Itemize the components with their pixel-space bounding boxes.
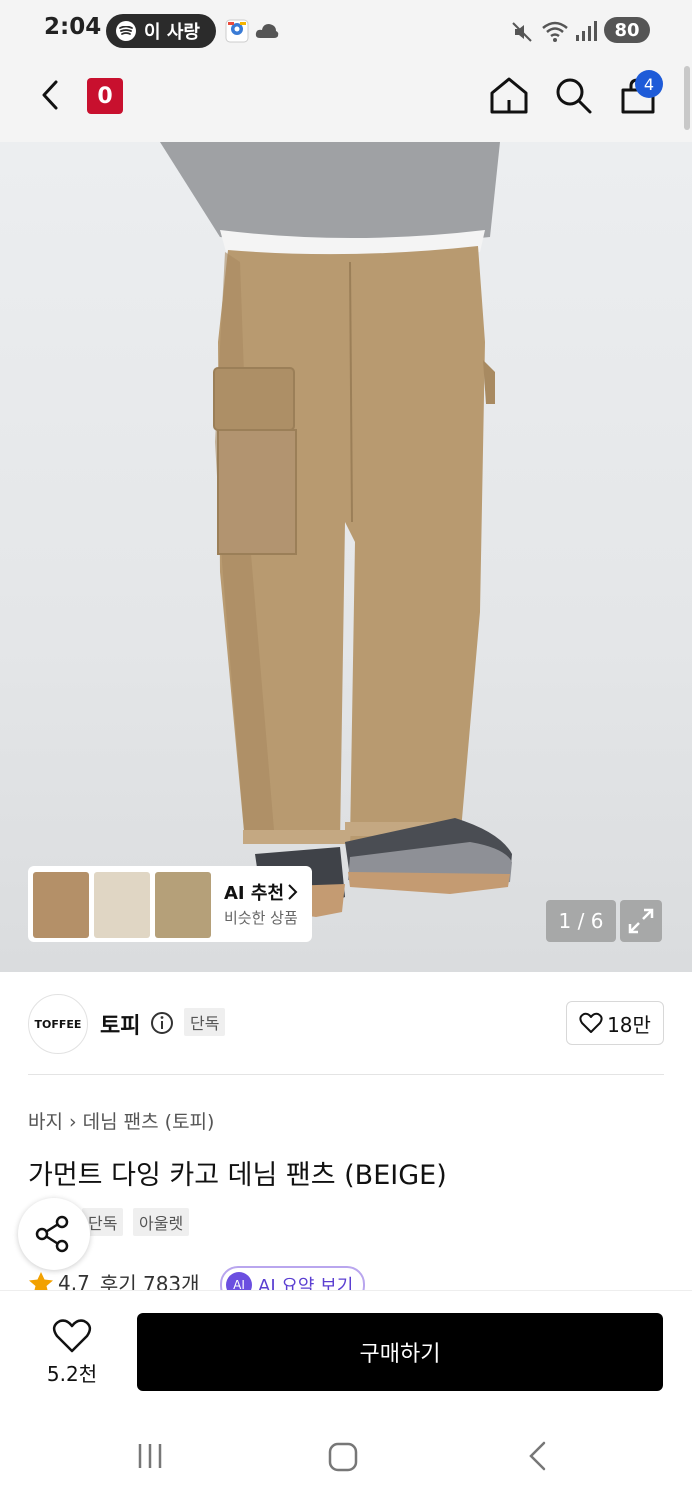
app-logo[interactable]: 0 <box>87 78 123 114</box>
heart-icon <box>579 1012 603 1033</box>
product-tag-outlet: 아울렛 <box>133 1208 190 1236</box>
signal-icon <box>576 21 597 41</box>
expand-button[interactable] <box>620 900 662 942</box>
cart-count-badge: 4 <box>635 70 663 98</box>
wishlist-count: 5.2천 <box>46 1362 98 1386</box>
battery-level: 80 <box>614 19 640 41</box>
status-time: 2:04 <box>44 14 102 40</box>
back-nav-icon[interactable] <box>524 1440 552 1472</box>
breadcrumb-category[interactable]: 바지 <box>28 1111 63 1133</box>
divider <box>28 1074 664 1075</box>
breadcrumb-subcategory[interactable]: 데님 팬츠 (토피) <box>83 1111 215 1133</box>
breadcrumb: 바지 › 데님 팬츠 (토피) <box>28 1107 214 1134</box>
buy-button[interactable]: 구매하기 <box>137 1313 663 1391</box>
breadcrumb-separator-icon: › <box>69 1111 83 1133</box>
info-icon[interactable] <box>150 1011 174 1035</box>
battery-indicator: 80 <box>604 17 650 43</box>
image-counter: 1 / 6 <box>546 900 616 942</box>
brand-like-count: 18만 <box>607 1012 651 1037</box>
now-playing-text: 이 사랑 <box>144 22 200 43</box>
mute-icon <box>512 22 532 42</box>
exclusive-tag: 단독 <box>184 1008 226 1036</box>
similar-thumb-2 <box>94 872 150 938</box>
similar-thumb-1 <box>33 872 89 938</box>
back-icon[interactable] <box>36 78 66 112</box>
scrollbar[interactable] <box>684 66 690 130</box>
share-button[interactable] <box>18 1198 90 1270</box>
product-title: 가먼트 다잉 카고 데님 팬츠 (BEIGE) <box>28 1160 447 1191</box>
similar-thumb-3 <box>155 872 211 938</box>
home-nav-icon[interactable] <box>326 1440 360 1474</box>
brand-like-button[interactable]: 18만 <box>566 1001 664 1045</box>
home-icon[interactable] <box>488 74 530 116</box>
share-icon <box>35 1215 69 1253</box>
ai-recommend-title[interactable]: AI 추천 <box>224 879 284 905</box>
brand-name[interactable]: 토피 <box>100 1008 140 1040</box>
spotify-icon <box>116 21 136 41</box>
wishlist-heart-icon[interactable] <box>52 1318 92 1354</box>
brand-logo[interactable]: TOFFEE <box>28 994 88 1054</box>
now-playing-pill[interactable]: 이 사랑 <box>106 14 216 48</box>
recent-apps-icon[interactable] <box>134 1440 166 1472</box>
wifi-icon <box>542 21 568 42</box>
chevron-right-icon <box>288 884 298 900</box>
product-photo <box>160 142 512 917</box>
ai-recommend-subtitle: 비슷한 상품 <box>224 909 298 927</box>
maps-icon <box>225 19 249 43</box>
expand-icon <box>628 908 654 934</box>
cloud-app-icon <box>255 24 279 38</box>
product-image-gallery[interactable] <box>0 142 692 972</box>
search-icon[interactable] <box>552 74 594 116</box>
